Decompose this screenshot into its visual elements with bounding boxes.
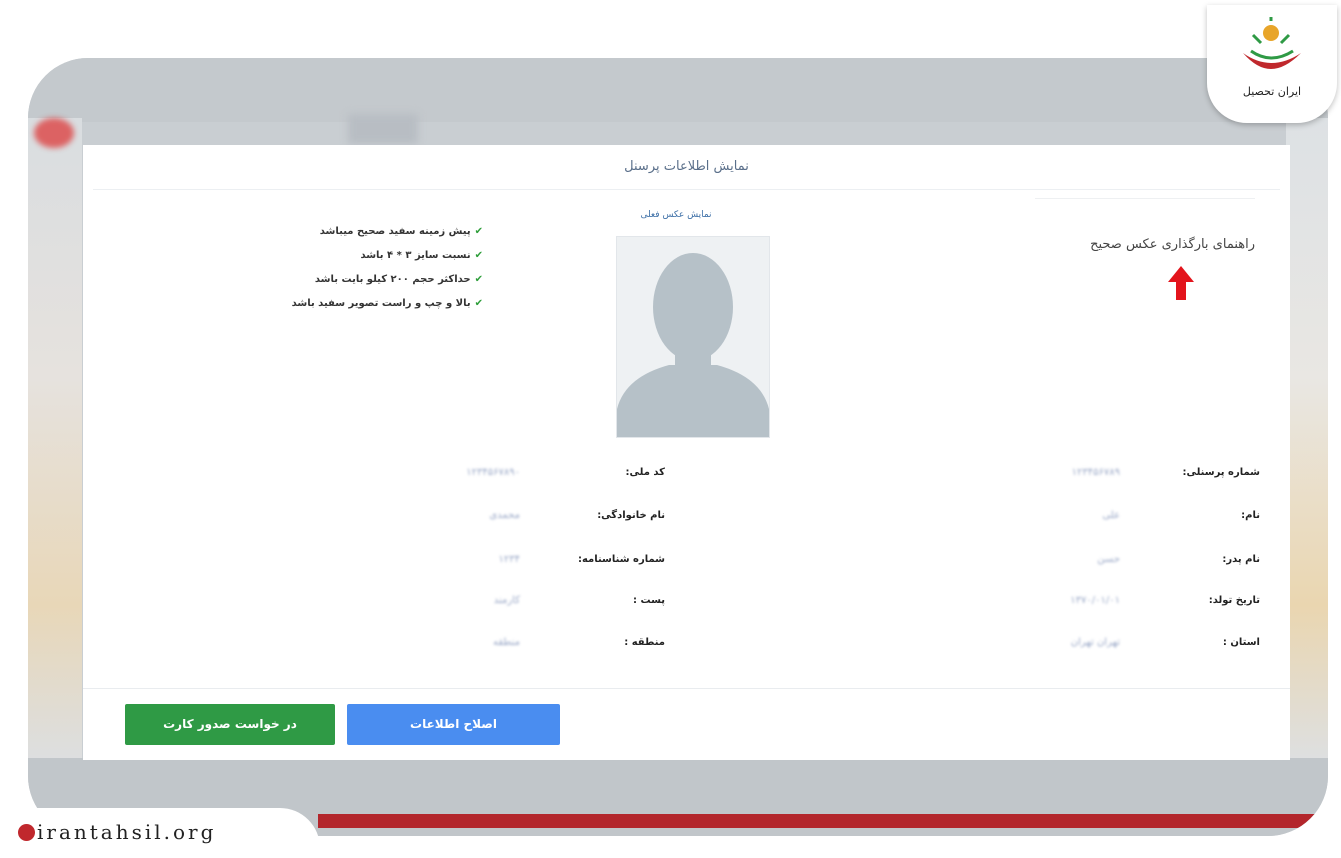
field-label-region: منطقه : (624, 637, 665, 648)
site-url[interactable]: irantahsil.org (18, 820, 216, 844)
field-value-position: کارمند (493, 595, 520, 606)
edit-info-button[interactable]: اصلاح اطلاعات (347, 704, 560, 745)
left-background-strip (28, 118, 82, 768)
field-value-personnel-number: ۱۲۳۴۵۶۷۸۹ (1071, 467, 1120, 478)
field-label-id-number: شماره شناسنامه: (577, 554, 665, 565)
rule-item: ✔نسبت سایز ۳ * ۴ باشد (360, 250, 483, 261)
profile-photo[interactable] (616, 236, 770, 438)
field-label-father-name: نام پدر: (1222, 554, 1260, 565)
photo-rules-list: ✔پیش زمینه سفید صحیح میباشد ✔نسبت سایز ۳… (233, 220, 483, 316)
divider (1035, 198, 1255, 199)
check-icon: ✔ (474, 226, 483, 237)
field-value-father-name: حسن (1097, 554, 1120, 565)
logo-text: ایران تحصیل (1242, 85, 1302, 98)
field-value-first-name: علی (1102, 510, 1120, 521)
field-value-region: منطقه (493, 637, 520, 648)
field-label-first-name: نام: (1241, 510, 1260, 521)
field-label-province: استان : (1222, 637, 1260, 648)
person-silhouette-icon (617, 237, 769, 437)
background-blur (348, 114, 418, 144)
check-icon: ✔ (474, 274, 483, 285)
rule-item: ✔بالا و چپ و راست تصویر سفید باشد (291, 298, 483, 309)
right-background-strip (1286, 118, 1328, 768)
field-value-birth-date: ۱۳۷۰/۰۱/۰۱ (1070, 595, 1120, 606)
site-tag: irantahsil.org (0, 808, 320, 858)
red-up-arrow-icon (1168, 266, 1194, 300)
field-label-position: پست : (633, 595, 665, 606)
field-label-national-id: کد ملی: (625, 467, 665, 478)
rule-item: ✔پیش زمینه سفید صحیح میباشد (319, 226, 483, 237)
photo-caption: نمایش عکس فعلی (640, 210, 712, 220)
logo-mark-icon (1243, 17, 1301, 69)
red-accent-bar (318, 814, 1328, 828)
divider (83, 688, 1290, 689)
divider (93, 189, 1280, 190)
field-value-province: تهران تهران (1070, 637, 1120, 648)
photo-guide-link[interactable]: راهنمای بارگذاری عکس صحیح (1090, 237, 1255, 252)
check-icon: ✔ (474, 298, 483, 309)
field-value-last-name: محمدی (489, 510, 520, 521)
brand-logo: ایران تحصیل (1207, 5, 1337, 123)
field-label-last-name: نام خانوادگی: (597, 510, 665, 521)
field-value-national-id: ۱۲۳۴۵۶۷۸۹۰ (466, 467, 520, 478)
panel-title: نمایش اطلاعات پرسنل (624, 159, 749, 174)
rule-item: ✔حداکثر حجم ۲۰۰ کیلو بایت باشد (314, 274, 483, 285)
globe-icon (18, 824, 35, 841)
check-icon: ✔ (474, 250, 483, 261)
personnel-panel: نمایش اطلاعات پرسنل راهنمای بارگذاری عکس… (83, 145, 1290, 760)
field-label-birth-date: تاریخ تولد: (1208, 595, 1260, 606)
field-value-id-number: ۱۲۳۴ (498, 554, 520, 565)
frame-top-bar (28, 58, 1328, 122)
request-card-button[interactable]: در خواست صدور کارت (125, 704, 335, 745)
field-label-personnel-number: شماره پرسنلی: (1182, 467, 1260, 478)
